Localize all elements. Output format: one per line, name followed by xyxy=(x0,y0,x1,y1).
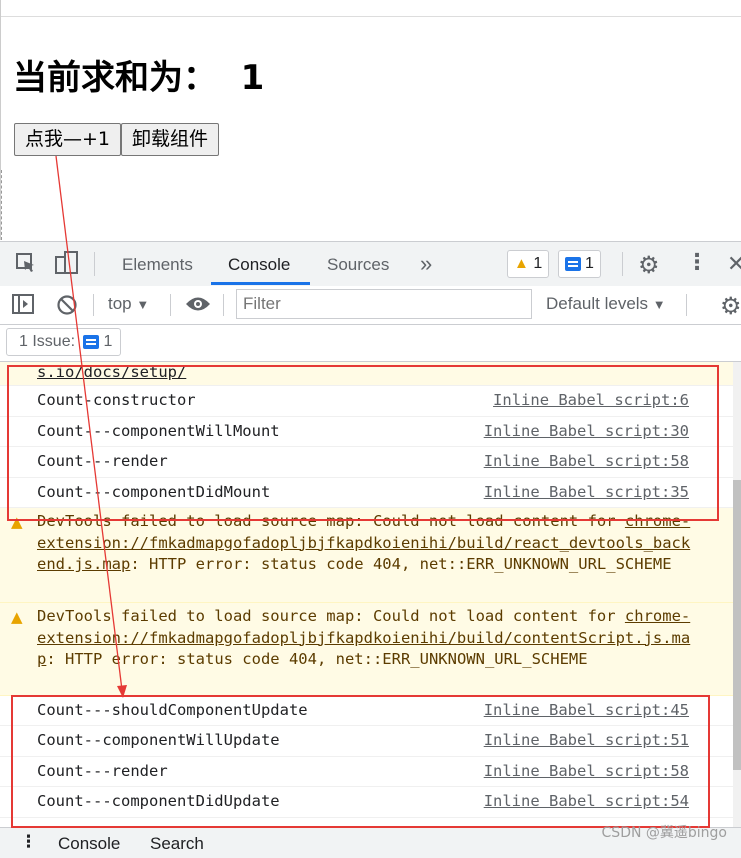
console-row: Count---componentDidMount Inline Babel s… xyxy=(0,478,733,508)
scrollbar-thumb[interactable] xyxy=(733,480,741,770)
top-strip xyxy=(1,0,741,17)
source-link[interactable]: Inline Babel script:51 xyxy=(484,731,689,749)
separator xyxy=(686,294,687,316)
increment-button[interactable]: 点我—+1 xyxy=(14,123,122,156)
console-row: Count---shouldComponentUpdate Inline Bab… xyxy=(0,696,733,726)
source-link[interactable]: Inline Babel script:54 xyxy=(484,792,689,810)
clear-console-icon[interactable] xyxy=(56,294,78,322)
warning-message: DevTools failed to load source map: Coul… xyxy=(37,606,692,671)
warning-error: : HTTP error: status code 404, net::ERR_… xyxy=(46,650,588,668)
log-levels-value: Default levels xyxy=(546,294,649,313)
sidebar-toggle-icon[interactable] xyxy=(12,294,34,320)
divider xyxy=(1,170,2,240)
source-link[interactable]: Inline Babel script:45 xyxy=(484,701,689,719)
log-message: Count---componentDidUpdate xyxy=(37,792,280,810)
warning-text: DevTools failed to load source map: Coul… xyxy=(37,512,625,530)
log-message: Count-constructor xyxy=(37,391,196,409)
warning-error: : HTTP error: status code 404, net::ERR_… xyxy=(130,555,672,573)
issues-label: 1 Issue: xyxy=(19,333,76,350)
context-value: top xyxy=(108,294,132,313)
separator xyxy=(622,252,623,276)
source-link[interactable]: Inline Babel script:58 xyxy=(484,762,689,780)
devtools-tabbar: Elements Console Sources » ▲ 1 1 ⚙ ⋮ ✕ xyxy=(0,242,741,287)
warning-message: DevTools failed to load source map: Coul… xyxy=(37,511,692,576)
separator xyxy=(93,294,94,316)
warning-text: DevTools failed to load source map: Coul… xyxy=(37,607,625,625)
tab-elements[interactable]: Elements xyxy=(122,255,193,275)
console-row: Count--componentWillUpdate Inline Babel … xyxy=(0,726,733,757)
dropdown-arrow-icon: ▼ xyxy=(652,297,666,312)
inspect-element-icon[interactable] xyxy=(15,252,37,280)
context-selector[interactable]: top ▼ xyxy=(108,294,149,314)
warnings-badge[interactable]: ▲ 1 xyxy=(507,250,550,278)
source-link[interactable]: Inline Babel script:58 xyxy=(484,452,689,470)
tab-sources[interactable]: Sources xyxy=(327,255,389,275)
warning-count: 1 xyxy=(533,255,543,272)
console-toolbar: top ▼ Default levels ▼ ⚙ xyxy=(0,286,741,325)
sum-heading: 当前求和为： 1 xyxy=(13,58,265,98)
drawer-tab-console[interactable]: Console xyxy=(58,834,120,854)
log-levels-dropdown[interactable]: Default levels ▼ xyxy=(546,294,666,314)
log-message: Count---render xyxy=(37,452,168,470)
console-row: Count---render Inline Babel script:58 xyxy=(0,447,733,478)
filter-input[interactable] xyxy=(236,289,532,319)
console-messages: s.io/docs/setup/ Count-constructor Inlin… xyxy=(0,362,733,827)
close-devtools-icon[interactable]: ✕ xyxy=(727,251,741,277)
separator xyxy=(94,252,95,276)
settings-gear-icon[interactable]: ⚙ xyxy=(638,251,660,280)
separator xyxy=(170,294,171,316)
source-link[interactable]: Inline Babel script:30 xyxy=(484,422,689,440)
separator xyxy=(223,294,224,316)
issue-message-icon xyxy=(83,334,100,349)
truncated-link[interactable]: s.io/docs/setup/ xyxy=(37,363,186,381)
issues-count: 1 xyxy=(103,333,113,350)
console-row: Count---componentDidUpdate Inline Babel … xyxy=(0,787,733,818)
console-settings-gear-icon[interactable]: ⚙ xyxy=(720,292,741,321)
warning-icon: ▲ xyxy=(514,255,529,272)
device-toolbar-icon[interactable] xyxy=(55,251,79,281)
log-message: Count---shouldComponentUpdate xyxy=(37,701,308,719)
unmount-button[interactable]: 卸载组件 xyxy=(121,123,220,156)
warning-row: ▲ DevTools failed to load source map: Co… xyxy=(0,603,733,696)
console-row: Count---render Inline Babel script:58 xyxy=(0,757,733,787)
dropdown-arrow-icon: ▼ xyxy=(136,297,150,312)
console-row: Count-constructor Inline Babel script:6 xyxy=(0,386,733,417)
source-link[interactable]: Inline Babel script:6 xyxy=(493,391,689,409)
message-icon xyxy=(565,256,581,271)
more-options-icon[interactable]: ⋮ xyxy=(686,249,708,275)
log-message: Count---componentWillMount xyxy=(37,422,280,440)
devtools-panel: Elements Console Sources » ▲ 1 1 ⚙ ⋮ ✕ t… xyxy=(0,241,741,858)
log-message: Count--componentWillUpdate xyxy=(37,731,280,749)
more-tabs-icon[interactable]: » xyxy=(420,251,432,277)
warning-row: ▲ DevTools failed to load source map: Co… xyxy=(0,508,733,603)
console-row: Count---componentWillMount Inline Babel … xyxy=(0,417,733,447)
log-message: Count---render xyxy=(37,762,168,780)
drawer-menu-icon[interactable]: ⋮ xyxy=(20,832,37,852)
log-message: Count---componentDidMount xyxy=(37,483,271,501)
console-row: s.io/docs/setup/ xyxy=(0,362,733,386)
messages-badge[interactable]: 1 xyxy=(558,250,601,278)
watermark: CSDN @冀遥bingo xyxy=(601,825,727,841)
issues-button[interactable]: 1 Issue: 1 xyxy=(6,328,122,356)
message-count: 1 xyxy=(585,255,594,272)
warning-icon: ▲ xyxy=(11,608,23,626)
active-tab-indicator xyxy=(211,282,310,285)
drawer-tab-search[interactable]: Search xyxy=(150,834,204,854)
source-link[interactable]: Inline Babel script:35 xyxy=(484,483,689,501)
live-expression-eye-icon[interactable] xyxy=(185,295,211,319)
warning-icon: ▲ xyxy=(11,513,23,531)
issues-bar: 1 Issue: 1 xyxy=(0,325,741,362)
page-viewport: 当前求和为： 1 点我—+1 卸载组件 xyxy=(0,0,741,240)
tab-console[interactable]: Console xyxy=(228,255,290,275)
